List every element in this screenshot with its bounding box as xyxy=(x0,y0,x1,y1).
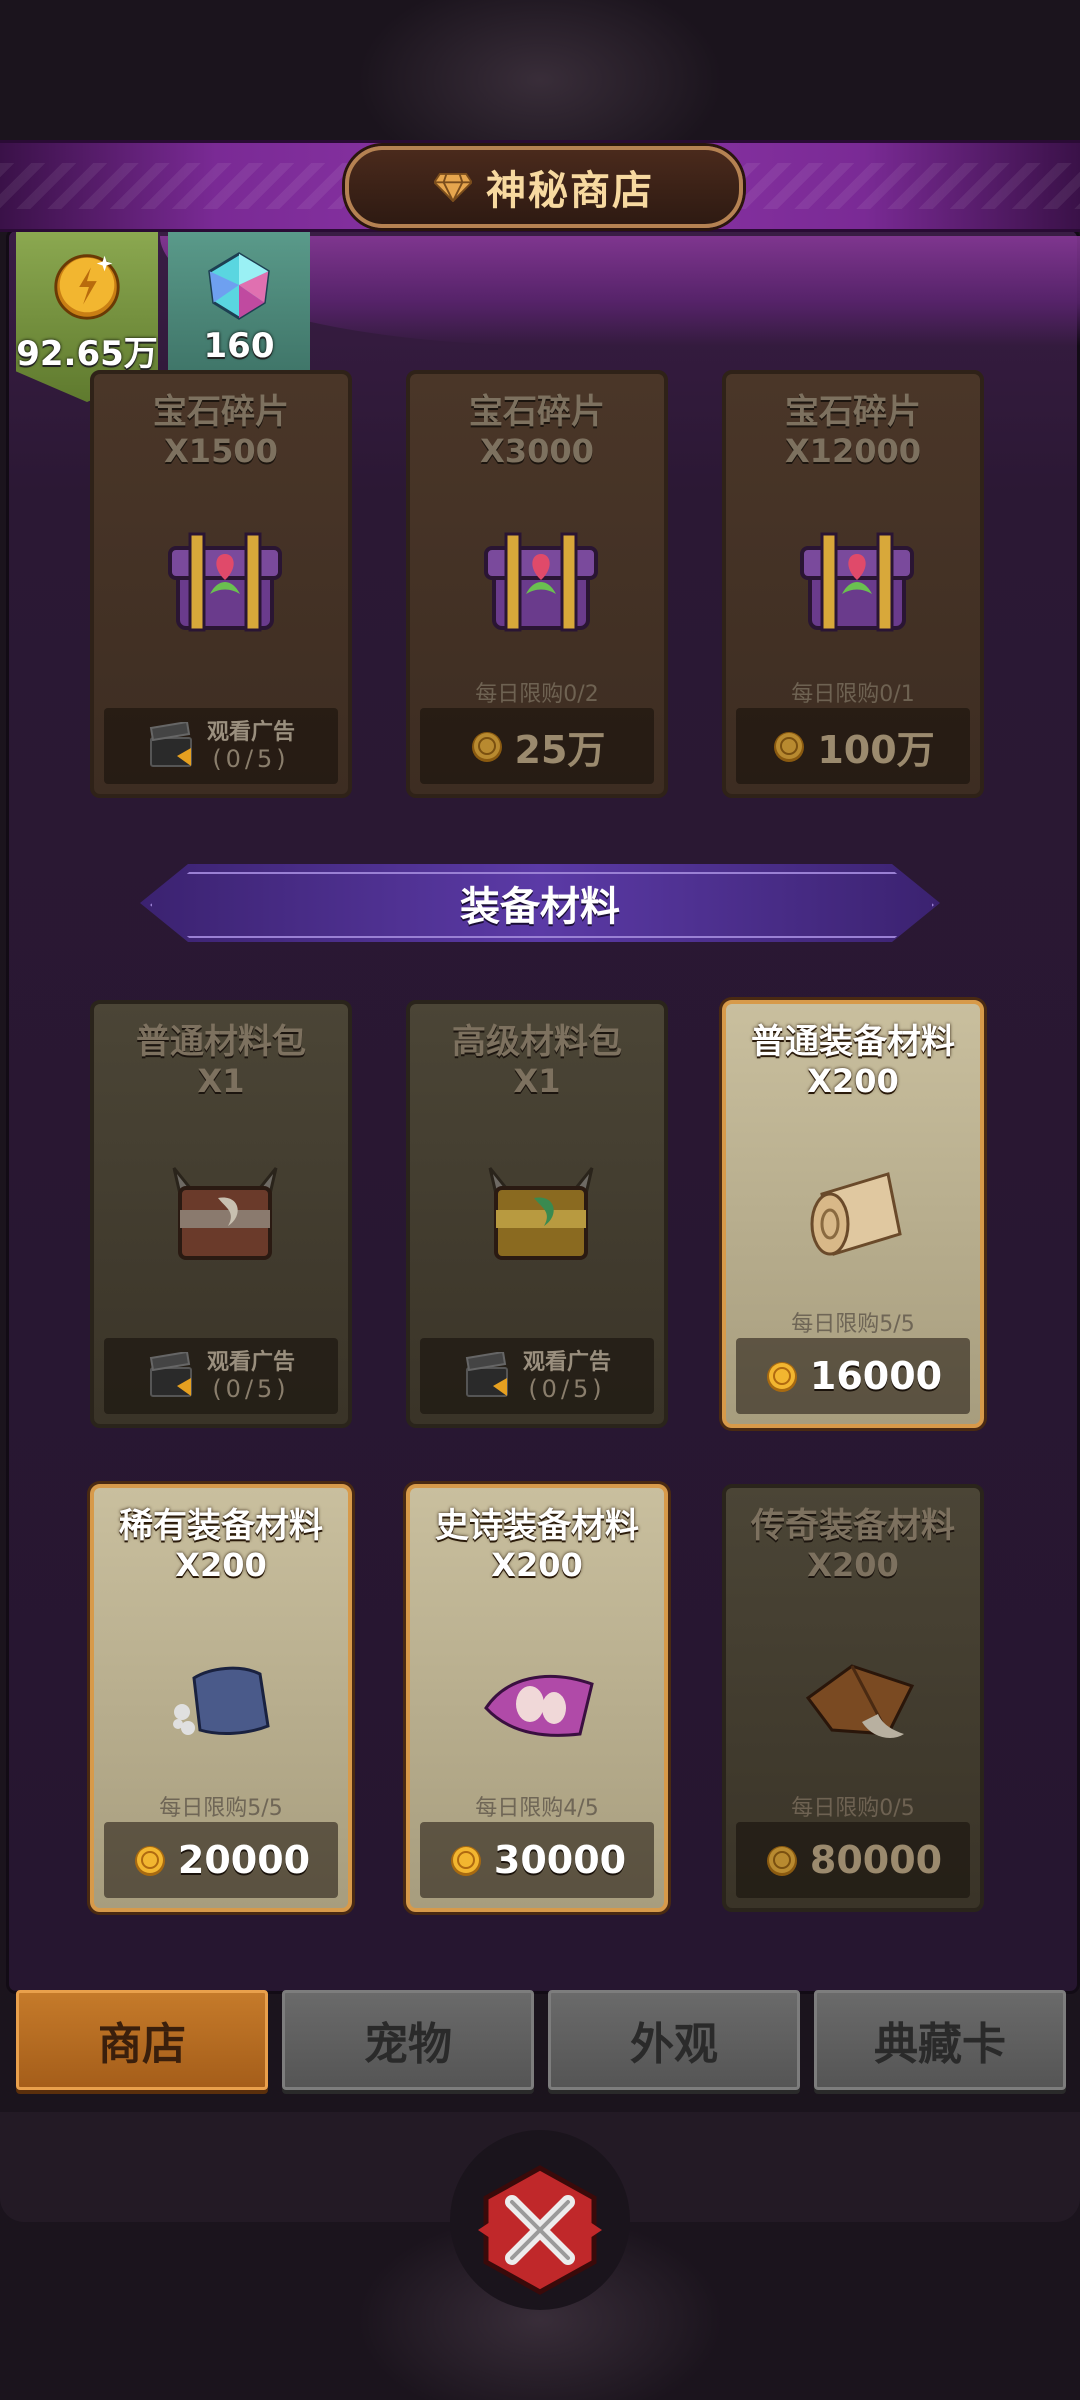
buy-button[interactable]: 30000 xyxy=(420,1822,654,1898)
material-pack-icon xyxy=(488,1167,594,1260)
item-price: 25万 xyxy=(514,727,606,772)
item-price: 16000 xyxy=(809,1354,943,1398)
ad-count: (0/5) xyxy=(528,1375,606,1403)
item-name: 史诗装备材料 xyxy=(435,1506,639,1546)
ad-label: 观看广告 xyxy=(206,720,295,745)
item-qty: X1 xyxy=(197,1062,245,1100)
daily-limit: 每日限购5/5 xyxy=(791,1312,915,1337)
shop-card-rare-equipment-material[interactable]: 稀有装备材料 X200 每日限购5/5 20000 xyxy=(90,1484,352,1912)
gold-coin-icon xyxy=(134,1846,165,1876)
clapperboard-icon xyxy=(465,1352,508,1397)
tab-collection-cards[interactable]: 典藏卡 xyxy=(814,1990,1066,2090)
item-name: 宝石碎片 xyxy=(469,392,605,432)
item-qty: X200 xyxy=(807,1062,899,1100)
cloth-icon xyxy=(173,1666,270,1735)
gold-coin-icon xyxy=(54,254,120,320)
page-title: 神秘商店 xyxy=(486,168,654,214)
shop-card-legendary-equipment-material[interactable]: 传奇装备材料 X200 每日限购0/5 80000 xyxy=(722,1484,984,1912)
clapperboard-icon xyxy=(149,1352,192,1397)
item-qty: X1500 xyxy=(164,432,278,470)
shop-card-common-material-pack[interactable]: 普通材料包 X1 观看广告 (0/5) xyxy=(90,1000,352,1428)
tab-pets[interactable]: 宠物 xyxy=(282,1990,534,2090)
item-name: 传奇装备材料 xyxy=(751,1506,955,1546)
buy-button[interactable]: 100万 xyxy=(736,708,970,784)
leather-icon xyxy=(805,1664,915,1738)
gold-coin-icon xyxy=(766,1846,797,1876)
daily-limit: 每日限购5/5 xyxy=(159,1796,283,1821)
item-name: 稀有装备材料 xyxy=(119,1506,323,1546)
item-qty: X1 xyxy=(513,1062,561,1100)
section-header-border xyxy=(150,872,934,938)
shop-card-advanced-material-pack[interactable]: 高级材料包 X1 观看广告 (0/5) xyxy=(406,1000,668,1428)
coin-amount: 92.65万 xyxy=(16,334,158,374)
item-qty: X200 xyxy=(807,1546,899,1584)
gem-amount: 160 xyxy=(203,326,275,366)
buy-button[interactable]: 16000 xyxy=(736,1338,970,1414)
ad-count: (0/5) xyxy=(212,745,290,773)
item-qty: X200 xyxy=(175,1546,267,1584)
item-price: 80000 xyxy=(809,1838,943,1882)
item-qty: X12000 xyxy=(785,432,921,470)
item-name: 高级材料包 xyxy=(452,1022,622,1062)
item-qty: X200 xyxy=(491,1546,583,1584)
buy-button[interactable]: 25万 xyxy=(420,708,654,784)
treasure-chest-icon xyxy=(168,532,282,632)
clapperboard-icon xyxy=(149,722,192,767)
tab-appearance[interactable]: 外观 xyxy=(548,1990,800,2090)
gold-coin-icon xyxy=(766,1362,797,1392)
item-name: 普通装备材料 xyxy=(751,1022,955,1062)
daily-limit: 每日限购0/1 xyxy=(791,682,915,707)
ad-label: 观看广告 xyxy=(522,1350,611,1375)
gem-icon xyxy=(208,252,270,320)
daily-limit: 每日限购0/2 xyxy=(475,682,599,707)
material-pack-icon xyxy=(172,1167,278,1260)
buy-button[interactable]: 20000 xyxy=(104,1822,338,1898)
item-name: 宝石碎片 xyxy=(153,392,289,432)
shop-card-gem-fragment-2[interactable]: 宝石碎片 X3000 每日限购0/2 25万 xyxy=(406,370,668,798)
tab-shop[interactable]: 商店 xyxy=(16,1990,268,2090)
watch-ad-button[interactable]: 观看广告 (0/5) xyxy=(104,1338,338,1414)
item-name: 普通材料包 xyxy=(136,1022,306,1062)
silk-icon xyxy=(484,1674,594,1737)
item-qty: X3000 xyxy=(480,432,594,470)
daily-limit: 每日限购0/5 xyxy=(791,1796,915,1821)
buy-button[interactable]: 80000 xyxy=(736,1822,970,1898)
treasure-chest-icon xyxy=(800,532,914,632)
diamond-icon xyxy=(434,172,472,202)
gold-coin-icon xyxy=(450,1846,481,1876)
gold-coin-icon xyxy=(774,732,805,762)
watch-ad-button[interactable]: 观看广告 (0/5) xyxy=(104,708,338,784)
close-x-icon[interactable] xyxy=(470,2160,610,2300)
shop-card-common-equipment-material[interactable]: 普通装备材料 X200 每日限购5/5 16000 xyxy=(722,1000,984,1428)
scroll-icon xyxy=(810,1172,902,1256)
item-name: 宝石碎片 xyxy=(785,392,921,432)
title-plate: 神秘商店 xyxy=(345,146,743,228)
item-price: 20000 xyxy=(177,1838,311,1882)
treasure-chest-icon xyxy=(484,532,598,632)
shop-card-gem-fragment-3[interactable]: 宝石碎片 X12000 每日限购0/1 100万 xyxy=(722,370,984,798)
daily-limit: 每日限购4/5 xyxy=(475,1796,599,1821)
gold-coin-icon xyxy=(471,732,502,762)
ad-label: 观看广告 xyxy=(206,1350,295,1375)
shop-card-gem-fragment-1[interactable]: 宝石碎片 X1500 观看广告 (0/5) xyxy=(90,370,352,798)
item-price: 100万 xyxy=(817,727,935,772)
item-price: 30000 xyxy=(493,1838,627,1882)
shop-card-epic-equipment-material[interactable]: 史诗装备材料 X200 每日限购4/5 30000 xyxy=(406,1484,668,1912)
ad-count: (0/5) xyxy=(212,1375,290,1403)
watch-ad-button[interactable]: 观看广告 (0/5) xyxy=(420,1338,654,1414)
